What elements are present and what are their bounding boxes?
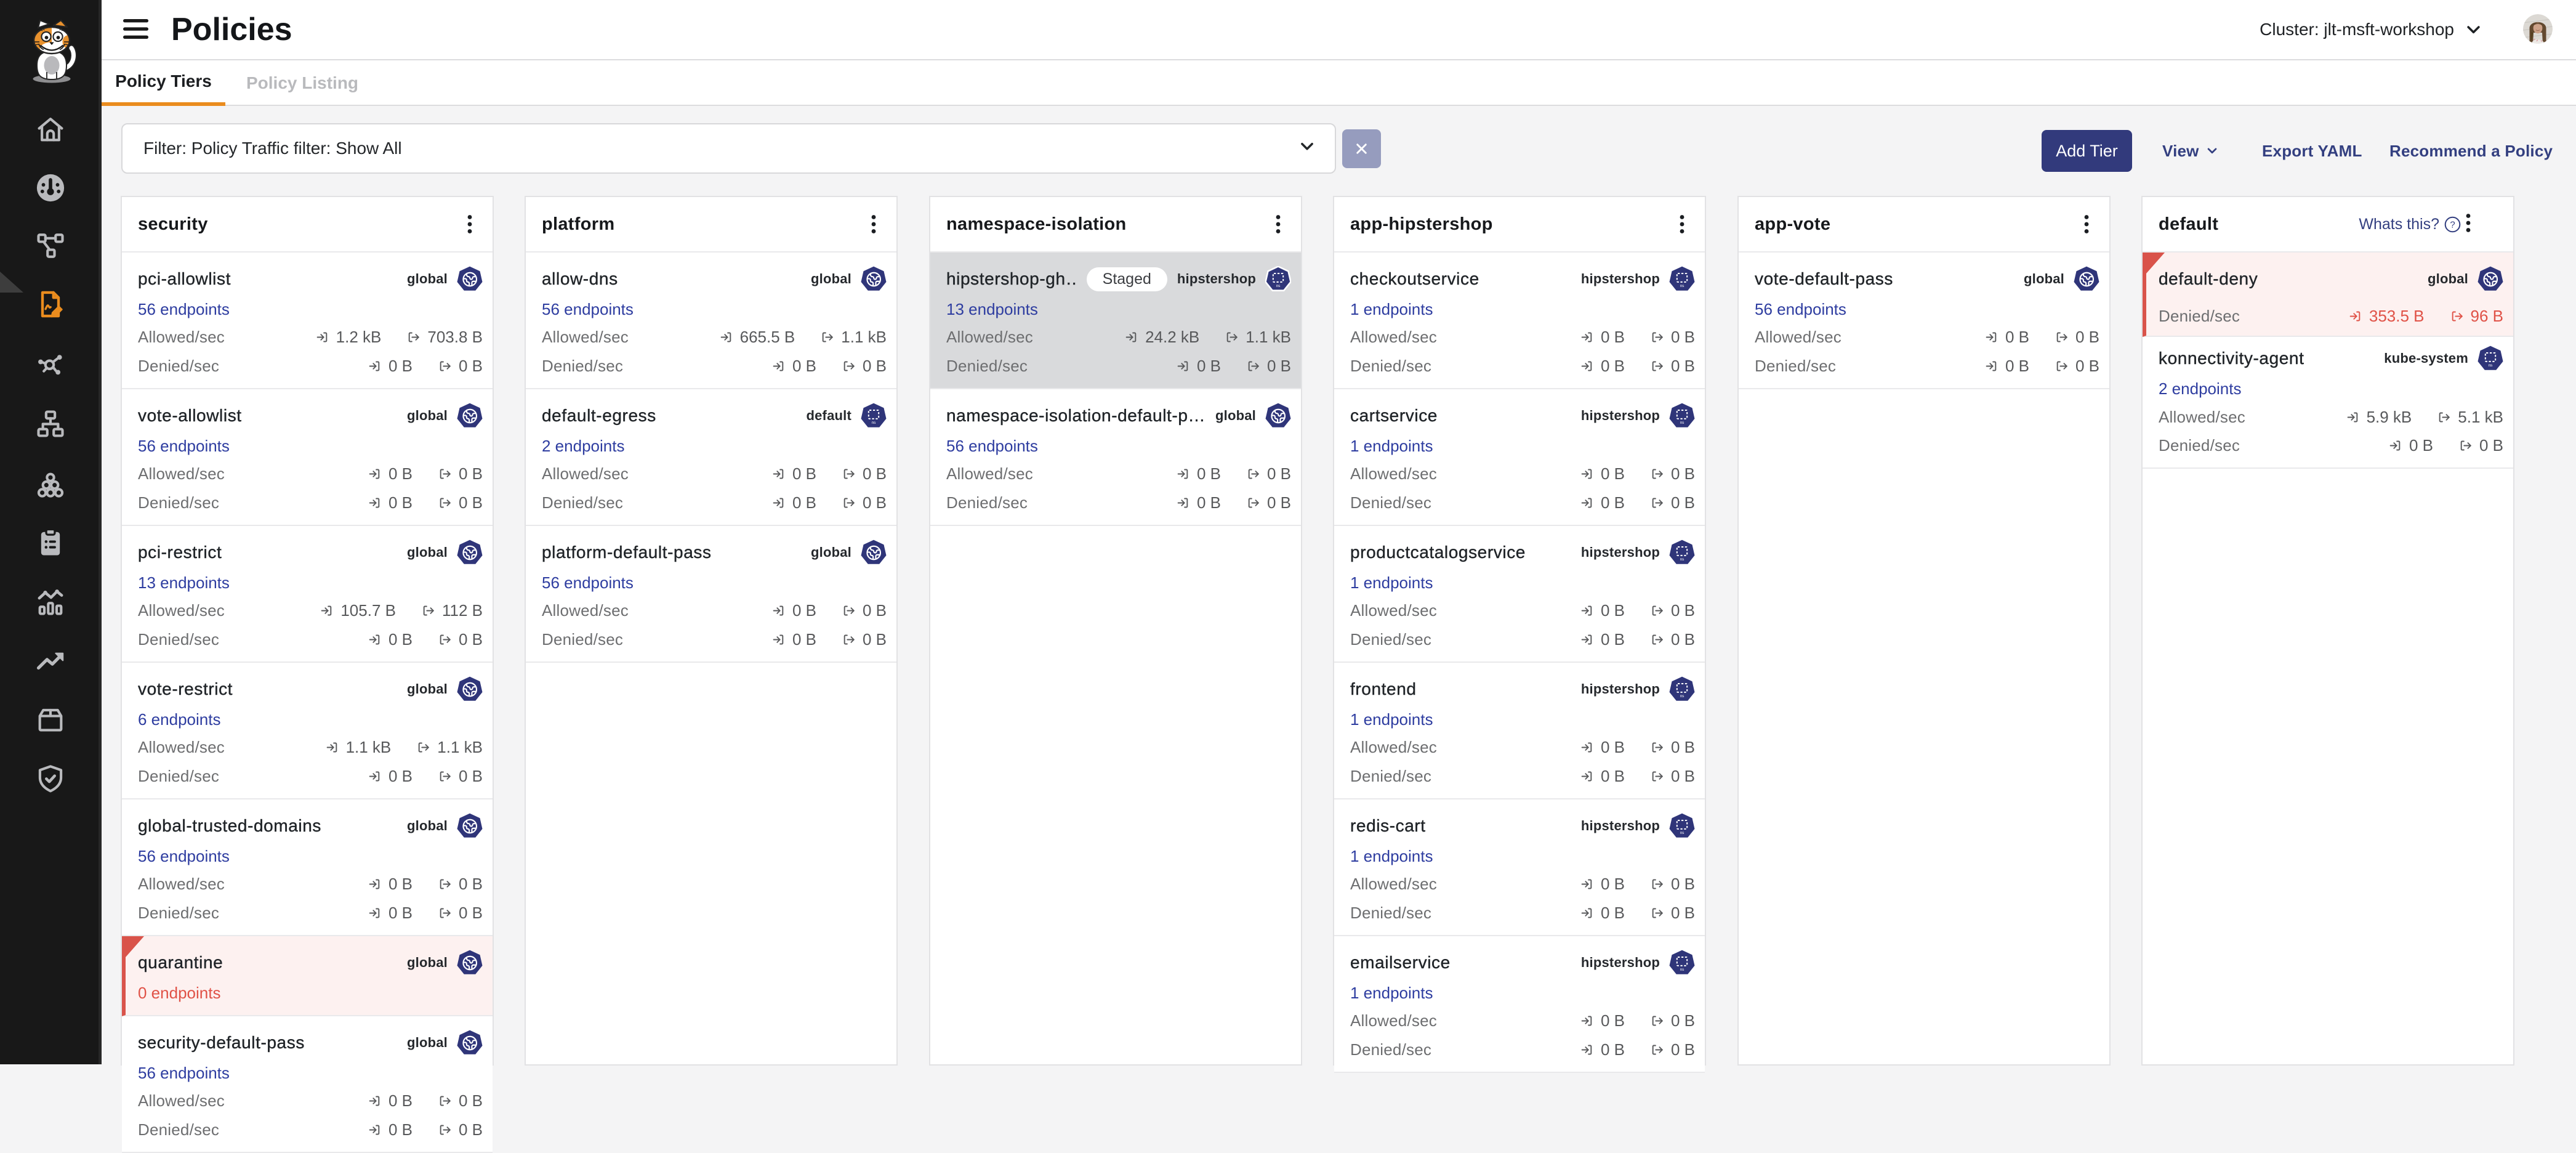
svg-text:ns: ns <box>1680 284 1685 288</box>
svg-text:?: ? <box>2450 219 2455 230</box>
svg-text:ns: ns <box>2489 363 2493 368</box>
svg-text:ns: ns <box>1680 557 1685 562</box>
svg-text:ns: ns <box>1680 968 1685 972</box>
svg-text:ns: ns <box>872 421 877 425</box>
svg-text:ns: ns <box>1680 694 1685 698</box>
svg-text:ns: ns <box>1680 831 1685 835</box>
svg-text:ns: ns <box>1276 284 1281 288</box>
svg-text:ns: ns <box>1680 421 1685 425</box>
